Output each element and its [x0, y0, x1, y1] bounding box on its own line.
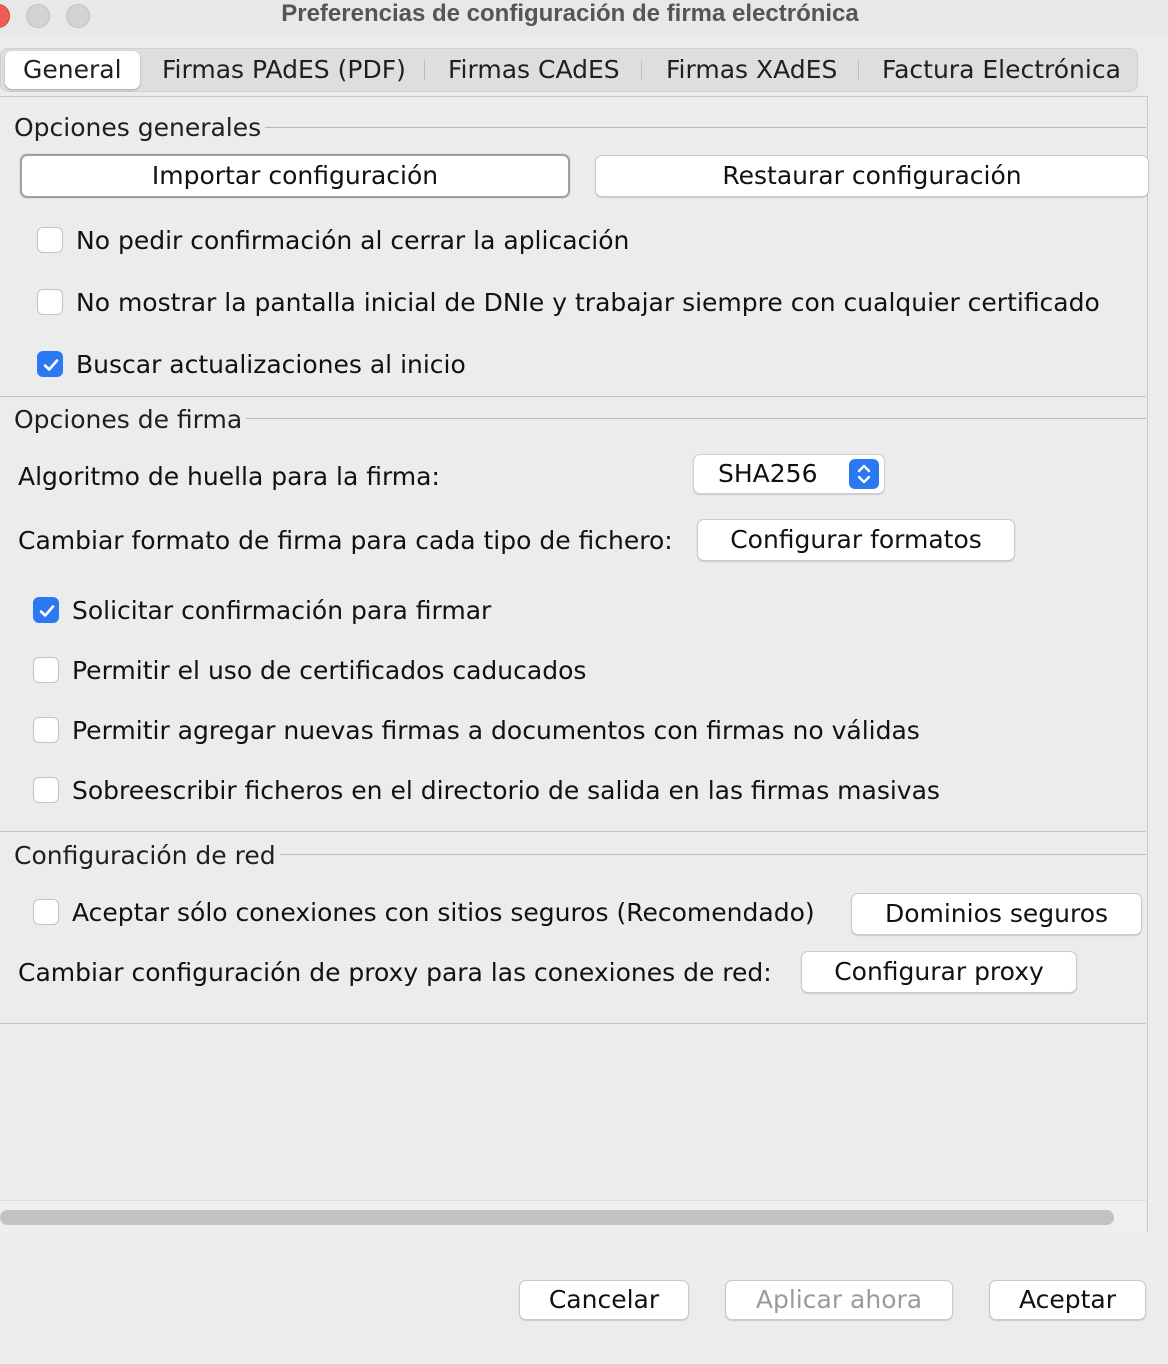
accept-button[interactable]: Aceptar: [989, 1280, 1146, 1320]
algorithm-select-value: SHA256: [718, 459, 818, 488]
tab-general[interactable]: General: [5, 51, 140, 89]
secure-connections-checkbox[interactable]: [33, 899, 59, 925]
select-arrows-icon: [849, 459, 879, 489]
cancel-button[interactable]: Cancelar: [519, 1280, 689, 1320]
no-dnie-screen-checkbox[interactable]: [37, 289, 63, 315]
checkmark-icon: [39, 605, 55, 617]
import-config-button[interactable]: Importar configuración: [20, 154, 570, 198]
configure-proxy-button[interactable]: Configurar proxy: [801, 951, 1077, 993]
restore-config-button[interactable]: Restaurar configuración: [595, 155, 1149, 197]
confirm-sign-checkbox[interactable]: [33, 597, 59, 623]
overwrite-files-checkbox[interactable]: [33, 777, 59, 803]
group-title-general: Opciones generales: [10, 113, 266, 143]
algorithm-label: Algoritmo de huella para la firma:: [18, 462, 440, 491]
tab-separator: [641, 60, 642, 80]
expired-certs-checkbox[interactable]: [33, 657, 59, 683]
expired-certs-label: Permitir el uso de certificados caducado…: [72, 656, 587, 685]
proxy-label: Cambiar configuración de proxy para las …: [18, 958, 772, 987]
algorithm-select[interactable]: SHA256: [693, 454, 885, 494]
overwrite-files-label: Sobreescribir ficheros en el directorio …: [72, 776, 940, 805]
checkmark-icon: [43, 359, 59, 371]
apply-now-button[interactable]: Aplicar ahora: [725, 1280, 953, 1320]
tab-factura-electronica[interactable]: Factura Electrónica: [882, 48, 1121, 92]
group-divider: [0, 1023, 1146, 1024]
check-updates-checkbox[interactable]: [37, 351, 63, 377]
invalid-signatures-label: Permitir agregar nuevas firmas a documen…: [72, 716, 920, 745]
secure-connections-label: Aceptar sólo conexiones con sitios segur…: [72, 898, 815, 927]
window-title: Preferencias de configuración de firma e…: [281, 0, 859, 27]
format-label: Cambiar formato de firma para cada tipo …: [18, 526, 673, 555]
group-divider: [0, 396, 1146, 397]
tab-separator: [424, 60, 425, 80]
invalid-signatures-checkbox[interactable]: [33, 717, 59, 743]
tab-firmas-cades[interactable]: Firmas CAdES: [448, 48, 620, 92]
no-dnie-screen-label: No mostrar la pantalla inicial de DNIe y…: [76, 288, 1100, 317]
secure-domains-button[interactable]: Dominios seguros: [851, 893, 1142, 935]
check-updates-label: Buscar actualizaciones al inicio: [76, 350, 466, 379]
configure-formats-button[interactable]: Configurar formatos: [697, 519, 1015, 561]
tab-firmas-pades[interactable]: Firmas PAdES (PDF): [162, 48, 406, 92]
group-title-network: Configuración de red: [10, 841, 280, 871]
group-title-signature: Opciones de firma: [10, 405, 247, 435]
no-confirm-close-label: No pedir confirmación al cerrar la aplic…: [76, 226, 630, 255]
tab-separator: [858, 60, 859, 80]
confirm-sign-label: Solicitar confirmación para firmar: [72, 596, 492, 625]
tab-firmas-xades[interactable]: Firmas XAdES: [666, 48, 837, 92]
horizontal-scrollbar-thumb[interactable]: [0, 1210, 1114, 1225]
no-confirm-close-checkbox[interactable]: [37, 227, 63, 253]
group-divider: [0, 831, 1146, 832]
